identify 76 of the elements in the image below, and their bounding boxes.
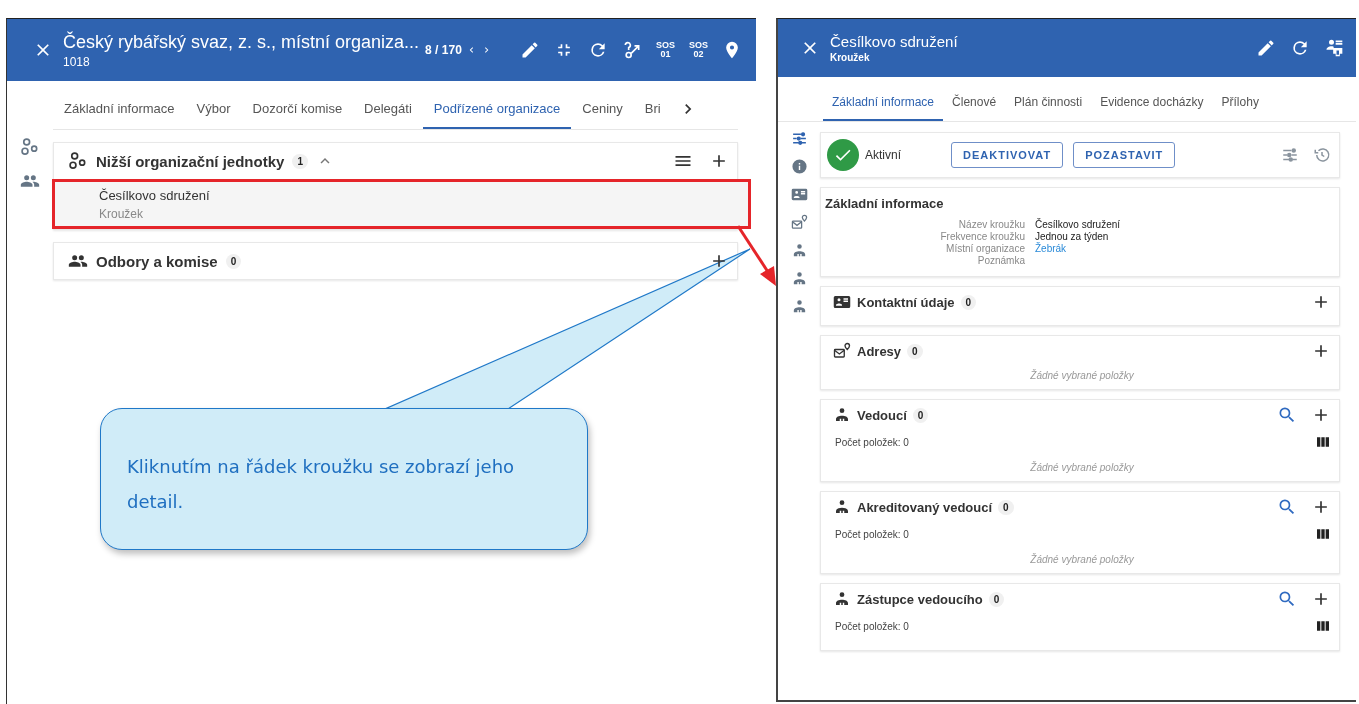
empty-message: Žádné vybrané položky: [1030, 368, 1134, 381]
search-icon[interactable]: [1277, 405, 1297, 425]
tab[interactable]: Bri: [633, 101, 672, 129]
person-print-icon[interactable]: [1324, 38, 1344, 58]
field-label: Místní organizace: [945, 243, 1025, 254]
section-title: Vedoucí: [857, 407, 907, 423]
section-title: Adresy: [857, 343, 902, 359]
circles-icon[interactable]: [20, 137, 40, 157]
item-count: Počet položek: 0: [835, 436, 909, 448]
callout: Kliknutím na řádek kroužku se zobrazí jeho detail.: [100, 408, 588, 550]
section-title: Zástupce vedoucího: [857, 591, 983, 607]
window-title: Česílkovo sdružení: [830, 33, 958, 50]
field-link[interactable]: Žebrák: [1035, 243, 1335, 254]
circles-icon: [68, 151, 88, 171]
count-badge: 0: [998, 499, 1014, 515]
contact-card-icon: [833, 293, 851, 311]
search-icon[interactable]: [1277, 497, 1297, 517]
search-icon[interactable]: [1277, 589, 1297, 609]
mail-pin-icon[interactable]: [790, 214, 808, 231]
sos-button[interactable]: SOS 01: [655, 41, 675, 59]
person-icon: [833, 406, 851, 424]
tab[interactable]: Základní informace: [823, 95, 944, 121]
empty-message: Žádné vybrané položky: [1030, 552, 1134, 565]
list-row[interactable]: Česílkovo sdružení Kroužek: [52, 179, 751, 229]
count-badge: 0: [907, 343, 923, 359]
empty-message: Žádné vybrané položky: [1030, 460, 1134, 473]
count-badge: 0: [988, 591, 1005, 607]
section-title: Akreditovaný vedoucí: [857, 499, 993, 515]
count-badge: 1: [292, 153, 308, 169]
section-title: Odbory a komise: [96, 252, 218, 270]
person-icon: [833, 498, 851, 516]
record-pager: 8 / 170: [425, 43, 462, 57]
info-icon[interactable]: [790, 158, 808, 175]
field-value: Jednou za týden: [1035, 231, 1110, 242]
section-title: Nižší organizační jednotky: [96, 152, 285, 170]
columns-icon[interactable]: [1315, 434, 1331, 450]
tab[interactable]: Evidence docházky: [1091, 95, 1213, 121]
window-subtitle: Kroužek: [830, 52, 871, 63]
section-title: Kontaktní údaje: [857, 294, 955, 310]
tab[interactable]: Delegáti: [353, 101, 423, 129]
tune-icon[interactable]: [790, 130, 808, 147]
tab[interactable]: Plán činnosti: [1005, 95, 1092, 121]
field-label: Frekvence kroužku: [939, 231, 1025, 242]
tab[interactable]: Výbor: [185, 101, 242, 129]
tab[interactable]: Dozorčí komise: [241, 101, 354, 129]
field-label: Název kroužku: [957, 219, 1025, 230]
count-badge: 0: [960, 294, 977, 310]
history-icon[interactable]: [1313, 146, 1331, 164]
columns-icon[interactable]: [1315, 618, 1331, 634]
tab[interactable]: Členové: [943, 95, 1006, 121]
tab[interactable]: Ceniny: [571, 101, 634, 129]
row-subtitle: Kroužek: [99, 207, 145, 221]
edit-icon[interactable]: [1256, 38, 1276, 58]
action-button[interactable]: DEAKTIVOVAT: [951, 142, 1064, 168]
tab[interactable]: Přílohy: [1212, 95, 1268, 121]
card-title: Základní informace: [825, 196, 945, 211]
count-badge: 0: [912, 407, 929, 423]
item-count: Počet položek: 0: [835, 620, 909, 632]
sos-button[interactable]: SOS 02: [689, 41, 708, 59]
tune-icon[interactable]: [1281, 146, 1299, 164]
mail-pin-icon: [833, 342, 851, 360]
person-icon: [833, 590, 851, 608]
item-count: Počet položek: 0: [835, 528, 909, 540]
status-label: Aktivní: [865, 148, 902, 162]
window-subtitle: 1018: [63, 54, 91, 69]
tab[interactable]: Základní informace: [53, 101, 186, 129]
field-value: Česílkovo sdružení: [1035, 219, 1122, 230]
action-button[interactable]: POZASTAVIT: [1073, 142, 1176, 168]
window-title: Český rybářský svaz, z. s., místní organiza...: [63, 31, 420, 53]
row-title: Česílkovo sdružení: [99, 188, 211, 203]
refresh-icon[interactable]: [1290, 38, 1310, 58]
count-badge: 0: [225, 253, 242, 269]
columns-icon[interactable]: [1315, 526, 1331, 542]
tab[interactable]: Podřízené organizace: [422, 101, 572, 129]
field-label: Poznámka: [976, 255, 1025, 266]
contact-card-icon[interactable]: [790, 186, 808, 203]
